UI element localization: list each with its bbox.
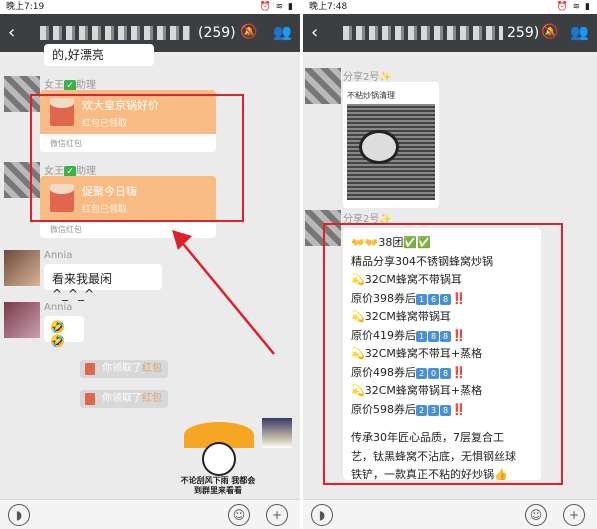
sender-name: 分享2号✨ (343, 72, 392, 83)
status-time: 晚上7:48 (309, 2, 348, 12)
notice-text: 你领取了 (102, 393, 142, 404)
battery-icon: ▮ (585, 2, 591, 12)
face-graphic (202, 442, 236, 476)
member-count: 259) (507, 25, 540, 41)
message-text: 🤣🤣 (50, 320, 65, 348)
emoji-icon[interactable]: ☺ (228, 504, 250, 526)
plus-icon[interactable]: + (266, 504, 288, 526)
system-notice: 你领取了红包 (80, 390, 168, 408)
sender-name: Annia (44, 250, 73, 261)
red-arrow (172, 230, 275, 355)
message-bubble[interactable]: 看来我最闲^_^_^ (44, 264, 162, 301)
system-icons: ⏰ ≋ ▮ (557, 0, 591, 14)
highlight-frame (323, 223, 563, 485)
voice-icon[interactable]: ◗ (311, 504, 333, 526)
red-packet-icon (85, 363, 95, 375)
alarm-icon: ⏰ (259, 2, 272, 12)
message-bubble-partial: 的,好漂亮 (44, 44, 154, 66)
status-bar: 晚上7:19 ⏰ ≋ ▮ (0, 0, 300, 14)
mute-icon: 🔕 (240, 24, 258, 40)
system-icons: ⏰ ≋ ▮ (260, 0, 294, 14)
image-caption: 不粘炒锅清理 (347, 91, 395, 100)
red-packet-icon (85, 393, 95, 405)
status-bar: 晚上7:48 ⏰ ≋ ▮ (303, 0, 597, 14)
avatar[interactable] (4, 302, 40, 338)
back-icon[interactable]: ‹ (8, 22, 15, 43)
notice-link[interactable]: 红包 (142, 363, 162, 374)
chat-title-bar: ‹ 259) 🔕 👥 (303, 14, 597, 52)
group-members-icon[interactable]: 👥 (570, 23, 589, 41)
wifi-icon: ≋ (275, 2, 285, 12)
red-packet-footer: 微信红包 (50, 225, 82, 234)
blurred-group-name (40, 26, 190, 40)
member-count: (259) (198, 25, 236, 41)
input-toolbar: ◗ ☺ + (0, 499, 300, 529)
blurred-group-name (343, 26, 503, 40)
system-notice: 你领取了红包 (80, 360, 168, 378)
image-message[interactable]: 不粘炒锅清理 (343, 82, 439, 208)
screenshot-composite: 晚上7:19 ⏰ ≋ ▮ ‹ (259) 🔕 👥 的,好漂亮 女王 ✓ 助理 欢大皇… (0, 0, 597, 529)
image-thumbnail[interactable] (262, 418, 292, 448)
back-icon[interactable]: ‹ (311, 22, 318, 43)
mute-icon: 🔕 (541, 24, 559, 40)
group-members-icon[interactable]: 👥 (273, 23, 292, 41)
battery-icon: ▮ (288, 2, 294, 12)
avatar[interactable] (4, 250, 40, 286)
notice-link[interactable]: 红包 (142, 393, 162, 404)
highlight-frame (30, 94, 244, 222)
pan-graphic (359, 130, 399, 164)
message-text: 看来我最闲^_^_^ (52, 272, 113, 301)
wifi-icon: ≋ (572, 2, 582, 12)
notice-text: 你领取了 (102, 363, 142, 374)
avatar[interactable] (305, 68, 341, 104)
alarm-icon: ⏰ (556, 2, 569, 12)
sticker-message[interactable]: 不论刮风下雨 我都会到群里来看看 (180, 420, 256, 496)
message-text: 的,好漂亮 (52, 48, 104, 62)
voice-icon[interactable]: ◗ (8, 504, 30, 526)
status-time: 晚上7:19 (6, 2, 45, 12)
sender-name: Annia (44, 302, 73, 313)
emoji-icon[interactable]: ☺ (525, 504, 547, 526)
sticker-caption: 不论刮风下雨 我都会到群里来看看 (180, 476, 256, 495)
plus-icon[interactable]: + (563, 504, 585, 526)
left-chat-screen: 晚上7:19 ⏰ ≋ ▮ ‹ (259) 🔕 👥 的,好漂亮 女王 ✓ 助理 欢大皇… (0, 0, 300, 529)
message-bubble[interactable]: 🤣🤣 (44, 316, 84, 348)
input-toolbar: ◗ ☺ + (303, 499, 597, 529)
right-chat-screen: 晚上7:48 ⏰ ≋ ▮ ‹ 259) 🔕 👥 分享2号✨ 不粘炒锅清理 分享2… (303, 0, 597, 529)
